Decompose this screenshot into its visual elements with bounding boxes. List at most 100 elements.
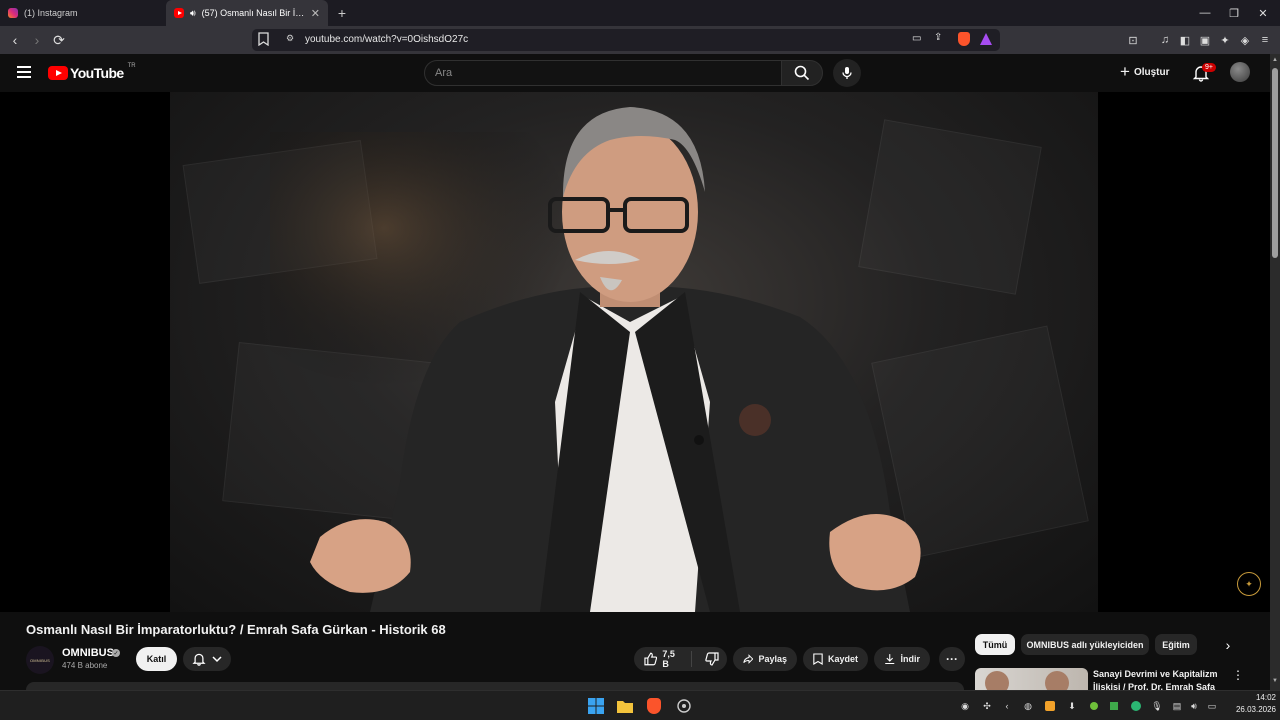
logo-wordmark: YouTube bbox=[70, 65, 124, 81]
share-label: Paylaş bbox=[758, 654, 787, 664]
download-label: İndir bbox=[900, 654, 921, 664]
recommended-video-thumbnail[interactable] bbox=[975, 668, 1088, 690]
notification-badge: 9+ bbox=[1202, 63, 1216, 72]
speaker-figure bbox=[270, 107, 921, 612]
like-dislike-group: 7,5 B bbox=[634, 647, 727, 671]
browser-menu-icon[interactable]: ≡ bbox=[1256, 31, 1274, 49]
close-window-button[interactable]: ✕ bbox=[1246, 0, 1280, 26]
bookmark-icon[interactable] bbox=[258, 32, 269, 49]
save-label: Kaydet bbox=[827, 654, 858, 664]
tray-app-icon[interactable]: ◍ bbox=[1021, 699, 1035, 713]
microphone-tray-icon[interactable]: 🎙︎ bbox=[1150, 699, 1164, 713]
channel-name[interactable]: OMNIBUS bbox=[62, 647, 114, 659]
cast-icon[interactable]: ▭ bbox=[912, 33, 921, 44]
search-button[interactable] bbox=[781, 60, 823, 86]
tab-title: (57) Osmanlı Nasıl Bir İmparatorluktu? /… bbox=[201, 8, 305, 18]
back-button[interactable]: ‹ bbox=[4, 29, 26, 51]
scrollbar-thumb[interactable] bbox=[1272, 68, 1278, 258]
video-frame bbox=[170, 92, 1098, 612]
bookmark-icon bbox=[813, 653, 823, 665]
tray-app-icon[interactable]: ◉ bbox=[958, 699, 972, 713]
brave-rewards-icon[interactable] bbox=[980, 33, 992, 45]
chip-education[interactable]: Eğitim bbox=[1155, 634, 1197, 655]
download-button[interactable]: İndir bbox=[874, 647, 930, 671]
tray-app-icon[interactable]: ✣ bbox=[980, 699, 994, 713]
voice-search-button[interactable] bbox=[833, 59, 861, 87]
like-button[interactable]: 7,5 B bbox=[634, 649, 692, 669]
download-icon bbox=[885, 654, 895, 665]
channel-avatar[interactable]: OMNIBUS bbox=[26, 646, 54, 674]
bell-icon bbox=[192, 653, 206, 666]
account-avatar[interactable] bbox=[1230, 62, 1250, 82]
tray-app-icon[interactable] bbox=[1129, 699, 1143, 713]
tray-app-icon[interactable] bbox=[1043, 699, 1057, 713]
file-explorer-icon[interactable] bbox=[615, 696, 635, 716]
chevron-down-icon bbox=[212, 656, 222, 663]
brave-browser-icon[interactable] bbox=[644, 696, 664, 716]
chevron-up-icon[interactable]: ‹ bbox=[1000, 699, 1014, 713]
more-vertical-icon[interactable]: ⋮ bbox=[1232, 668, 1244, 682]
tab-youtube[interactable]: 🔊︎ (57) Osmanlı Nasıl Bir İmparatorluktu… bbox=[166, 0, 328, 26]
join-button[interactable]: Katıl bbox=[136, 647, 177, 671]
scroll-down-icon[interactable]: ▼ bbox=[1272, 678, 1278, 684]
youtube-logo[interactable]: YouTube TR bbox=[48, 63, 136, 81]
tray-app-icon[interactable]: ⬇ bbox=[1065, 699, 1079, 713]
speaker-icon[interactable]: 🔊︎ bbox=[190, 8, 196, 19]
sidebar-icon[interactable]: ◧ bbox=[1176, 31, 1194, 49]
battery-icon[interactable]: ▭ bbox=[1205, 699, 1219, 713]
youtube-icon bbox=[174, 8, 184, 18]
dislike-button[interactable] bbox=[697, 652, 727, 666]
share-page-icon[interactable]: ⇪ bbox=[934, 32, 942, 43]
leo-ai-icon[interactable]: ✦ bbox=[1216, 31, 1234, 49]
new-tab-button[interactable]: + bbox=[332, 5, 352, 21]
thumbs-up-icon bbox=[644, 652, 658, 666]
browser-tab-strip: (1) Instagram 🔊︎ (57) Osmanlı Nasıl Bir … bbox=[0, 0, 1280, 26]
thumbs-down-icon bbox=[705, 652, 719, 666]
taskbar-date[interactable]: 26.03.2026 bbox=[1226, 705, 1276, 714]
plus-icon: + bbox=[1120, 62, 1130, 81]
chip-from-uploader[interactable]: OMNIBUS adlı yükleyiciden bbox=[1021, 634, 1149, 655]
verified-icon: ✓ bbox=[112, 649, 120, 657]
chip-all[interactable]: Tümü bbox=[975, 634, 1015, 655]
explore-overlay-icon[interactable]: ✦ bbox=[1237, 572, 1261, 596]
taskbar-time[interactable]: 14:02 bbox=[1236, 693, 1276, 702]
youtube-masthead: YouTube TR Ara + Oluştur bbox=[0, 54, 1270, 92]
country-code: TR bbox=[127, 63, 136, 69]
scroll-up-icon[interactable]: ▲ bbox=[1272, 57, 1278, 63]
create-button[interactable]: + Oluştur bbox=[1120, 62, 1170, 81]
hamburger-menu-icon[interactable] bbox=[17, 66, 31, 78]
search-icon bbox=[794, 65, 810, 81]
settings-app-icon[interactable] bbox=[674, 696, 694, 716]
recommended-video-title[interactable]: Sanayi Devrimi ve Kapitalizm İlişkisi / … bbox=[1093, 668, 1218, 690]
reload-button[interactable]: ⟳ bbox=[48, 29, 70, 51]
tray-app-icon[interactable] bbox=[1087, 699, 1101, 713]
tab-instagram[interactable]: (1) Instagram bbox=[0, 0, 165, 26]
screenshot-icon[interactable]: ⊡ bbox=[1124, 31, 1142, 49]
wallet-icon[interactable]: ▣ bbox=[1196, 31, 1214, 49]
search-input[interactable]: Ara bbox=[424, 60, 782, 86]
windows-start-icon[interactable] bbox=[586, 696, 606, 716]
vpn-icon[interactable]: ◈ bbox=[1236, 31, 1254, 49]
subscription-notify-button[interactable] bbox=[183, 647, 231, 671]
share-button[interactable]: Paylaş bbox=[733, 647, 797, 671]
video-player[interactable] bbox=[0, 92, 1270, 612]
chevron-right-icon[interactable]: › bbox=[1219, 636, 1237, 654]
tray-app-icon[interactable] bbox=[1107, 699, 1121, 713]
forward-button[interactable]: › bbox=[26, 29, 48, 51]
address-bar[interactable]: ⚙ youtube.com/watch?v=0OishsdO27c ▭ ⇪ bbox=[252, 29, 1000, 51]
subscriber-count: 474 B abone bbox=[62, 661, 108, 670]
network-icon[interactable]: ▤ bbox=[1170, 699, 1184, 713]
close-tab-icon[interactable]: ✕ bbox=[311, 7, 320, 20]
volume-icon[interactable]: 🔊︎ bbox=[1187, 699, 1201, 713]
page-scrollbar[interactable]: ▲ ▼ bbox=[1270, 54, 1280, 690]
url-text[interactable]: youtube.com/watch?v=0OishsdO27c bbox=[305, 34, 468, 45]
more-actions-button[interactable]: ··· bbox=[939, 647, 965, 671]
save-button[interactable]: Kaydet bbox=[803, 647, 868, 671]
music-icon[interactable]: ♫ bbox=[1156, 31, 1174, 49]
description-box[interactable] bbox=[26, 682, 964, 690]
site-info-icon[interactable]: ⚙ bbox=[286, 33, 294, 44]
browser-toolbar: ‹ › ⟳ ⚙ youtube.com/watch?v=0OishsdO27c … bbox=[0, 26, 1280, 54]
like-count: 7,5 B bbox=[662, 649, 675, 669]
brave-shields-icon[interactable] bbox=[958, 32, 970, 46]
share-icon bbox=[743, 654, 754, 664]
